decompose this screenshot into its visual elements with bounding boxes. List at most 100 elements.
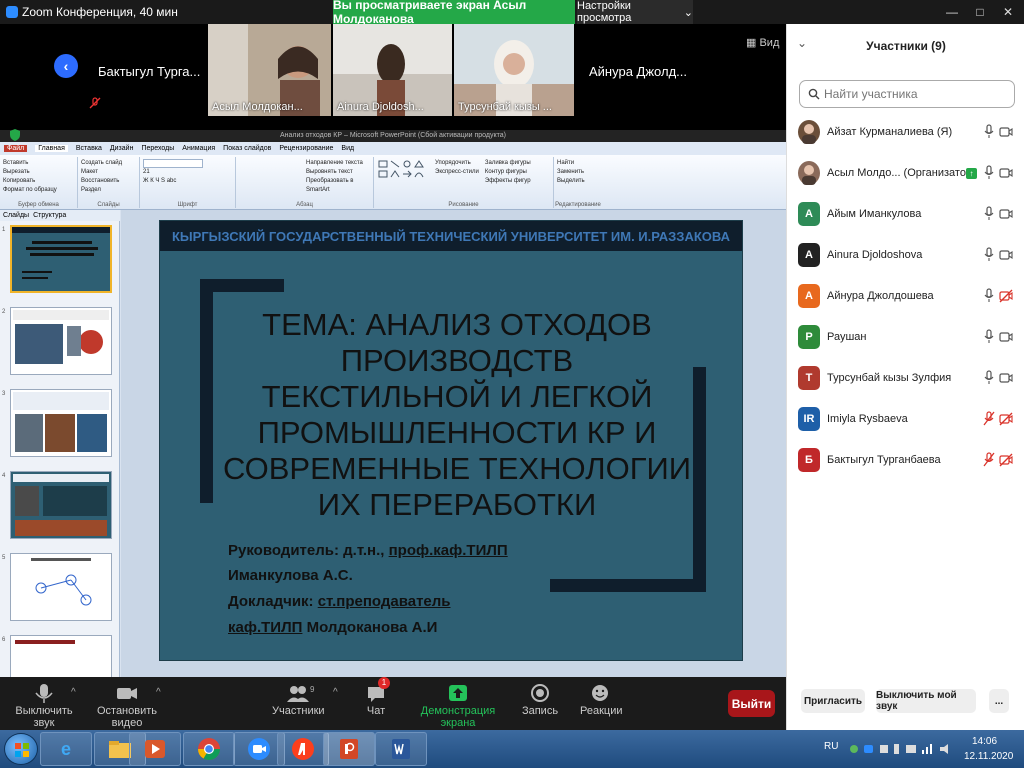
font-size-box[interactable]: 21 xyxy=(143,168,232,177)
video-tile-name-only[interactable]: Бактыгул Турга... xyxy=(98,64,200,79)
font-style-buttons[interactable]: Ж К Ч S abc xyxy=(143,177,232,186)
taskbar-app-powerpoint[interactable] xyxy=(323,732,375,766)
taskbar-app-chrome[interactable] xyxy=(183,732,235,766)
current-slide[interactable]: КЫРГЫЗСКИЙ ГОСУДАРСТВЕННЫЙ ТЕХНИЧЕСКИЙ У… xyxy=(159,220,743,661)
text-direction-button[interactable]: Направление текста xyxy=(306,159,370,168)
tab-view[interactable]: Вид xyxy=(341,145,354,152)
previous-page-button[interactable]: ‹ xyxy=(54,54,78,78)
clock-date[interactable]: 12.11.2020 xyxy=(964,751,1013,762)
view-settings-button[interactable]: Настройки просмотра ⌄ xyxy=(577,0,693,24)
new-slide-button[interactable]: Создать слайд xyxy=(81,159,136,168)
video-tile[interactable]: Асыл Молдокан... xyxy=(208,24,331,116)
participant-row[interactable]: А Айым Иманкулова xyxy=(787,196,1024,234)
slide-thumbnail[interactable] xyxy=(10,307,112,375)
view-toggle-button[interactable]: ▦ Вид xyxy=(746,36,779,49)
language-indicator[interactable]: RU xyxy=(824,741,838,752)
chevron-up-icon[interactable]: ^ xyxy=(333,687,338,698)
reactions-button[interactable]: Реакции xyxy=(580,681,623,717)
tab-outline[interactable]: Структура xyxy=(33,212,66,219)
more-options-button[interactable]: ... xyxy=(989,689,1009,713)
smartart-button[interactable]: Преобразовать в SmartArt xyxy=(306,177,370,195)
replace-button[interactable]: Заменить xyxy=(557,168,599,177)
microphone-icon[interactable] xyxy=(982,247,996,263)
shape-fill-button[interactable]: Заливка фигуры xyxy=(485,159,531,168)
select-button[interactable]: Выделить xyxy=(557,177,599,186)
start-button[interactable] xyxy=(4,733,38,765)
tab-home[interactable]: Главная xyxy=(35,145,68,152)
font-name-box[interactable] xyxy=(143,159,203,168)
participant-row[interactable]: Айзат Курманалиева (Я) xyxy=(787,114,1024,152)
tab-design[interactable]: Дизайн xyxy=(110,145,134,152)
tab-transitions[interactable]: Переходы xyxy=(141,145,174,152)
mic-muted-icon[interactable] xyxy=(982,411,996,427)
video-camera-icon[interactable] xyxy=(999,165,1013,181)
slide-thumbnail[interactable] xyxy=(10,553,112,621)
shapes-gallery[interactable] xyxy=(377,159,429,189)
clock-time[interactable]: 14:06 xyxy=(972,736,997,747)
close-button[interactable]: ✕ xyxy=(994,0,1022,24)
video-camera-icon[interactable] xyxy=(999,247,1013,263)
search-input[interactable] xyxy=(824,87,1004,101)
section-button[interactable]: Раздел xyxy=(81,186,136,195)
maximize-button[interactable]: □ xyxy=(966,0,994,24)
tab-slideshow[interactable]: Показ слайдов xyxy=(223,145,271,152)
slide-thumbnail[interactable] xyxy=(10,471,112,539)
tab-review[interactable]: Рецензирование xyxy=(279,145,333,152)
video-off-icon[interactable] xyxy=(999,411,1013,427)
cut-button[interactable]: Вырезать xyxy=(3,168,74,177)
taskbar-app-media[interactable] xyxy=(129,732,181,766)
quick-styles-button[interactable]: Экспресс-стили xyxy=(435,168,479,177)
stop-video-button[interactable]: Остановить видео xyxy=(87,681,167,729)
shape-outline-button[interactable]: Контур фигуры xyxy=(485,168,531,177)
participant-row[interactable]: Т Турсунбай кызы Зулфия xyxy=(787,360,1024,398)
copy-button[interactable]: Копировать xyxy=(3,177,74,186)
video-tile[interactable]: Ainura Djoldosh... xyxy=(333,24,452,116)
invite-button[interactable]: Пригласить xyxy=(801,689,865,713)
video-tile[interactable]: Турсунбай кызы ... xyxy=(454,24,574,116)
tab-animation[interactable]: Анимация xyxy=(182,145,215,152)
slide-thumbnail[interactable] xyxy=(10,389,112,457)
participant-row[interactable]: A Ainura Djoldoshova xyxy=(787,237,1024,275)
microphone-icon[interactable] xyxy=(982,288,996,304)
find-button[interactable]: Найти xyxy=(557,159,599,168)
video-off-icon[interactable] xyxy=(999,452,1013,468)
microphone-icon[interactable] xyxy=(982,165,996,181)
microphone-icon[interactable] xyxy=(982,370,996,386)
tab-insert[interactable]: Вставка xyxy=(76,145,102,152)
chevron-up-icon[interactable]: ^ xyxy=(156,687,161,698)
shape-effects-button[interactable]: Эффекты фигур xyxy=(485,177,531,186)
video-off-icon[interactable] xyxy=(999,288,1013,304)
taskbar-app-yandex[interactable] xyxy=(277,732,329,766)
slide-thumbnail[interactable] xyxy=(10,635,112,677)
format-painter-button[interactable]: Формат по образцу xyxy=(3,186,74,195)
taskbar-app-ie[interactable]: e xyxy=(40,732,92,766)
mic-muted-icon[interactable] xyxy=(982,452,996,468)
tab-file[interactable]: Файл xyxy=(4,145,28,152)
video-tile-name-only[interactable]: Айнура Джолд... xyxy=(589,64,687,79)
paste-button[interactable]: Вставить xyxy=(3,159,74,168)
participant-row[interactable]: Асыл Молдо... (Организатор) ↑ xyxy=(787,155,1024,193)
slide-thumbnail[interactable] xyxy=(10,225,112,293)
participant-row[interactable]: Б Бактыгул Турганбаева xyxy=(787,442,1024,480)
video-camera-icon[interactable] xyxy=(999,370,1013,386)
participant-row[interactable]: А Айнура Джолдошева xyxy=(787,278,1024,316)
leave-button[interactable]: Выйти xyxy=(728,690,775,717)
reset-button[interactable]: Восстановить xyxy=(81,177,136,186)
align-text-button[interactable]: Выровнять текст xyxy=(306,168,370,177)
participant-row[interactable]: IR Imiyla Rysbaeva xyxy=(787,401,1024,439)
participants-button[interactable]: 9 Участники xyxy=(272,681,325,717)
taskbar-app-word[interactable] xyxy=(375,732,427,766)
share-screen-button[interactable]: Демонстрация экрана xyxy=(410,681,506,729)
minimize-button[interactable]: — xyxy=(938,0,966,24)
search-box[interactable] xyxy=(799,80,1015,108)
record-button[interactable]: Запись xyxy=(520,681,560,717)
chevron-up-icon[interactable]: ^ xyxy=(71,687,76,698)
participant-row[interactable]: Р Раушан xyxy=(787,319,1024,357)
microphone-icon[interactable] xyxy=(982,206,996,222)
tab-slides[interactable]: Слайды xyxy=(3,212,29,219)
microphone-icon[interactable] xyxy=(982,124,996,140)
microphone-icon[interactable] xyxy=(982,329,996,345)
video-camera-icon[interactable] xyxy=(999,124,1013,140)
video-camera-icon[interactable] xyxy=(999,206,1013,222)
video-camera-icon[interactable] xyxy=(999,329,1013,345)
